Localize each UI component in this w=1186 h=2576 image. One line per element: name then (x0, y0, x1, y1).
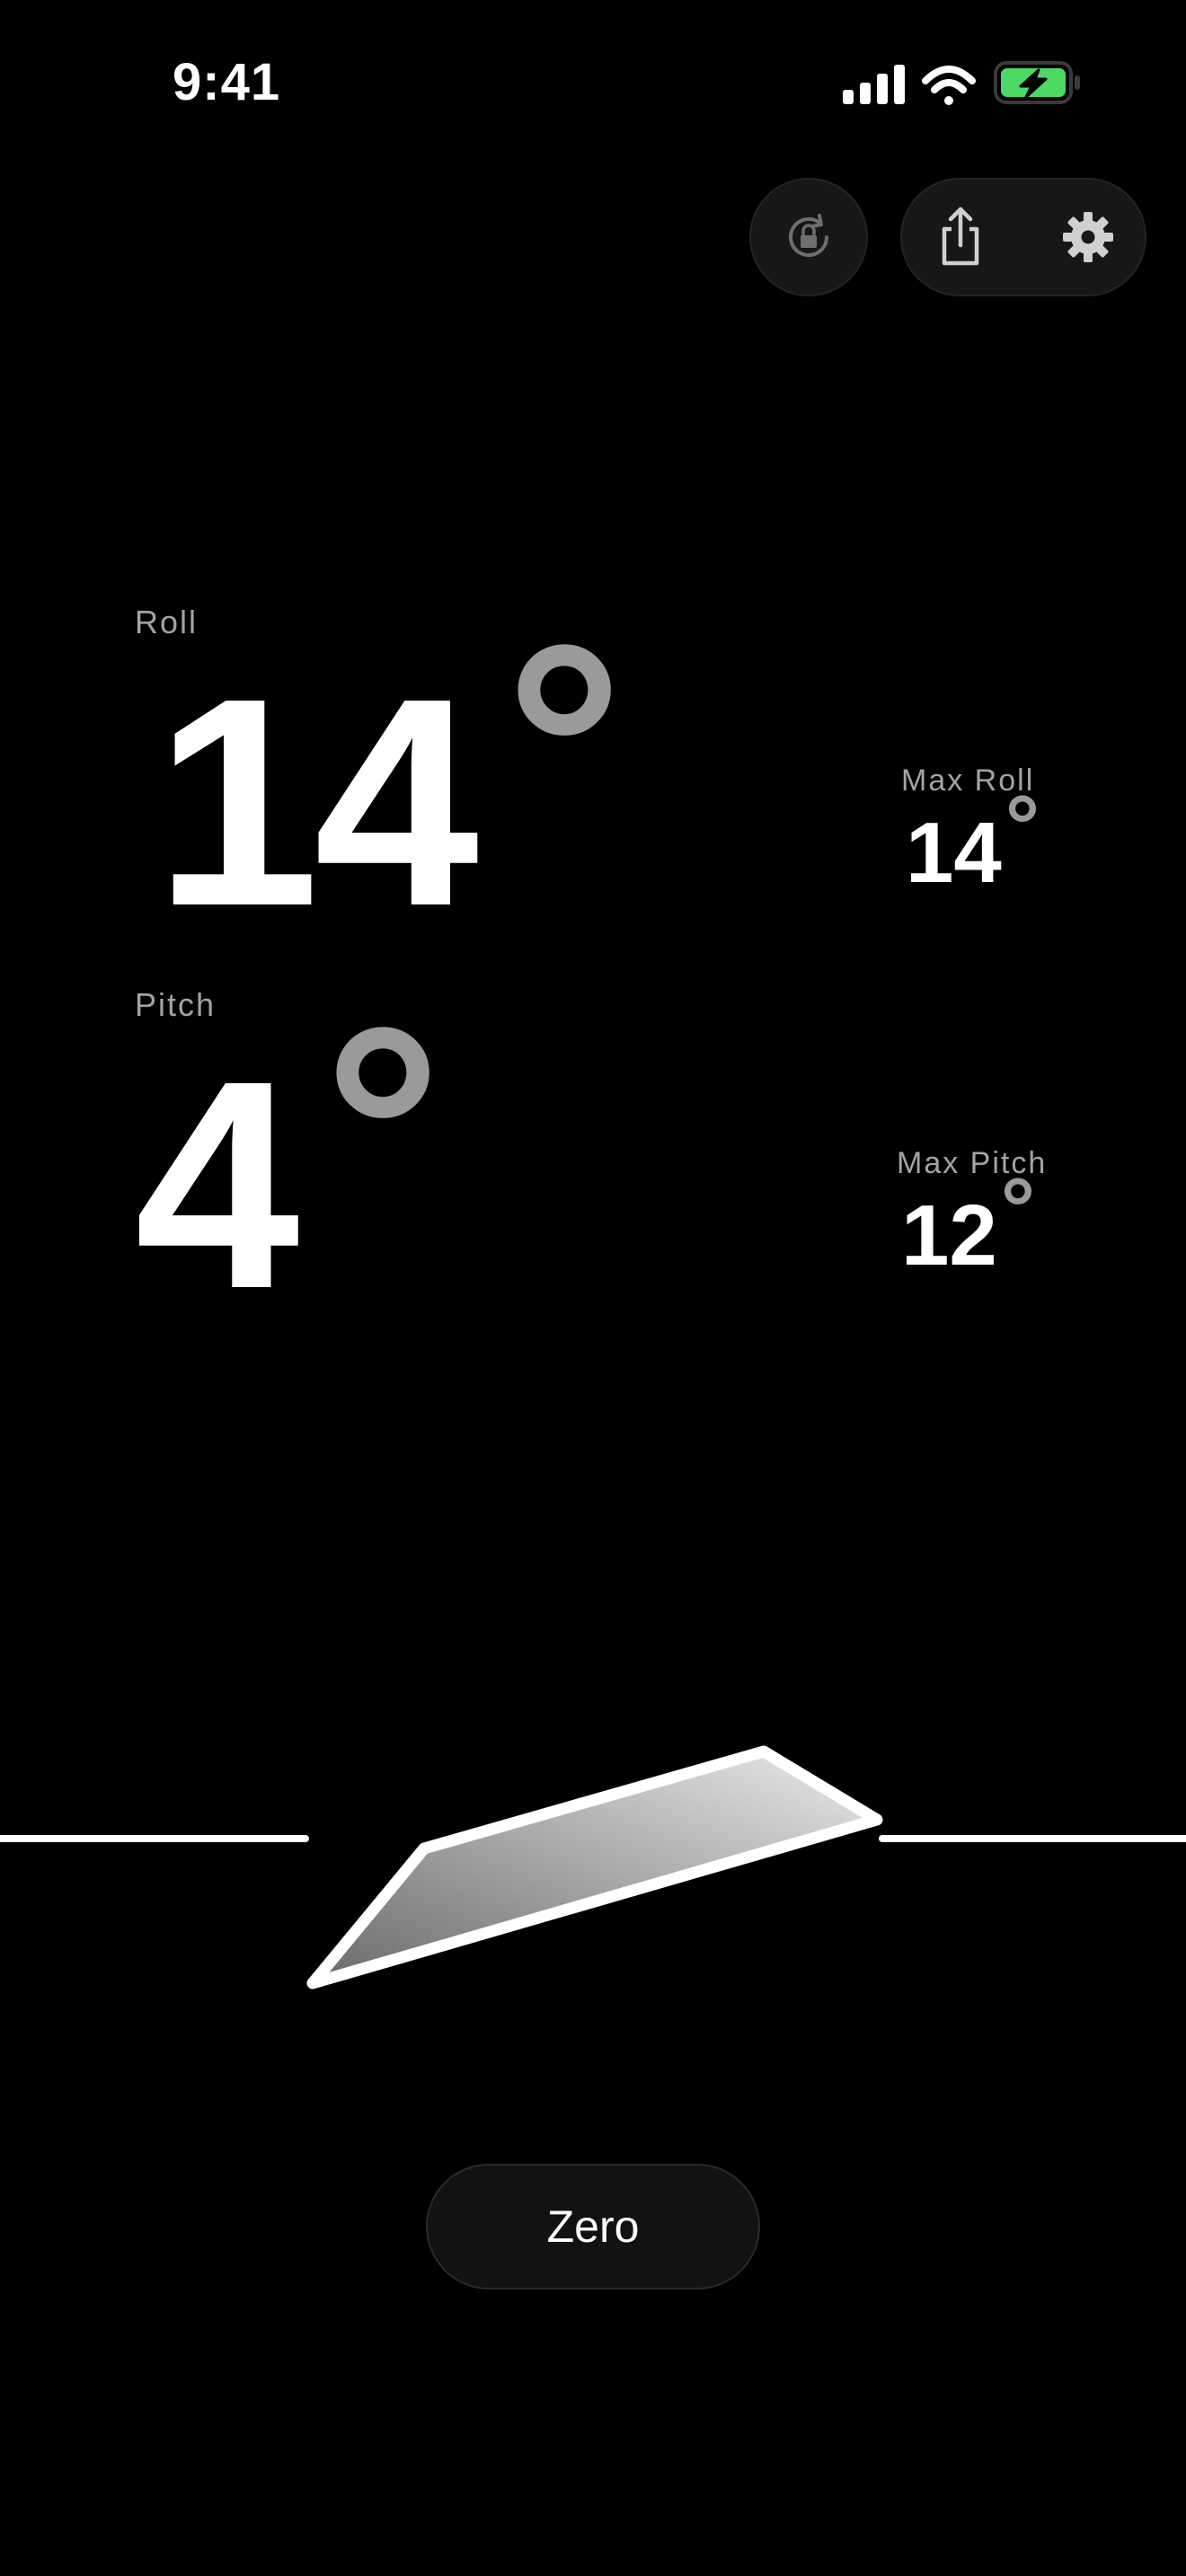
max-pitch-degree-symbol: ° (1000, 1160, 1036, 1257)
roll-degree-symbol: ° (505, 582, 624, 913)
status-time: 9:41 (173, 53, 281, 111)
level-indicator (0, 1745, 1186, 1989)
cellular-signal-icon (843, 65, 905, 104)
wifi-icon (922, 66, 976, 105)
status-icons (836, 59, 1087, 113)
pitch-value: 4 ° (135, 983, 442, 1333)
share-icon (942, 207, 979, 266)
orientation-lock-icon (789, 214, 828, 257)
tilt-plane (306, 1745, 883, 1989)
pitch-degree-symbol: ° (323, 965, 442, 1296)
pitch-number: 4 (135, 1019, 300, 1350)
max-pitch-value: 12° (901, 1166, 1035, 1279)
share-button[interactable] (902, 180, 1019, 295)
zero-button[interactable]: Zero (426, 2164, 760, 2289)
max-roll-number: 14 (906, 805, 1002, 901)
max-pitch-number: 12 (901, 1187, 997, 1284)
max-roll-degree-symbol: ° (1005, 778, 1040, 874)
settings-button[interactable] (1030, 180, 1146, 295)
toolbar-pill (900, 178, 1146, 296)
max-roll-value: 14° (906, 783, 1040, 896)
roll-value: 14 ° (155, 600, 624, 950)
roll-number: 14 (155, 636, 479, 967)
gear-icon (1063, 212, 1113, 262)
orientation-lock-button[interactable] (749, 178, 868, 296)
battery-charging-icon (994, 61, 1080, 104)
